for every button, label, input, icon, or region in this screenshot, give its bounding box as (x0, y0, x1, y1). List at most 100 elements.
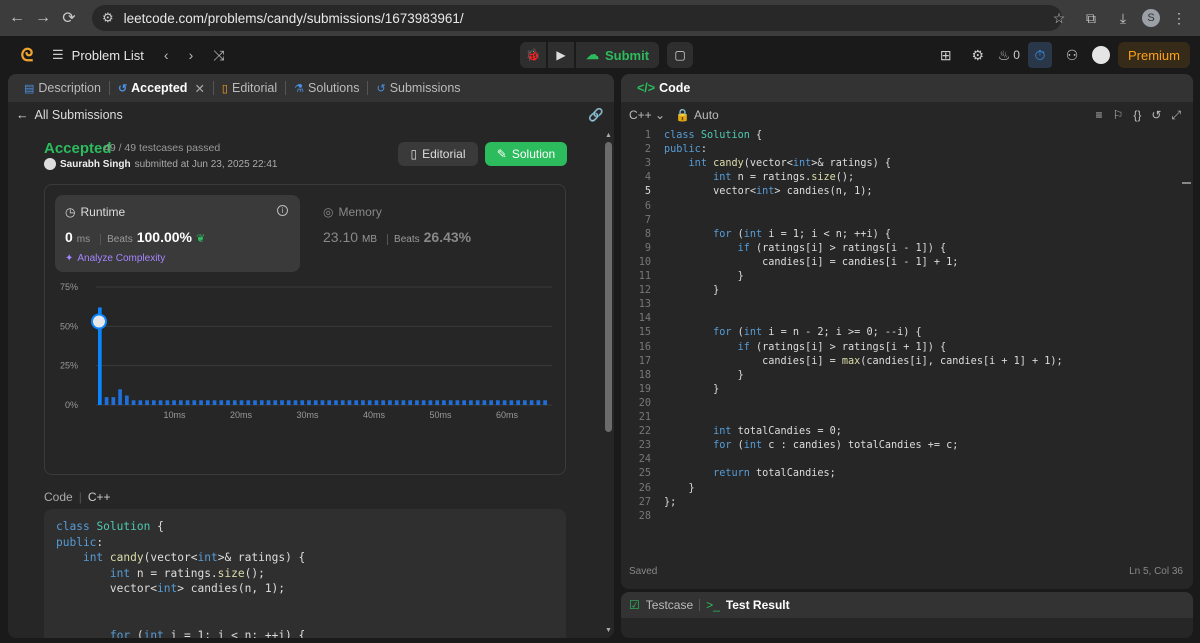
chart-bar[interactable] (421, 400, 426, 405)
chart-bar[interactable] (293, 400, 298, 405)
code-line[interactable]: int totalCandies = 0; (664, 426, 842, 437)
chart-bar[interactable] (334, 400, 338, 405)
chart-bar[interactable] (469, 400, 473, 405)
code-line[interactable]: } (664, 285, 719, 296)
format-icon[interactable]: ≡ (1096, 108, 1103, 123)
chart-bar[interactable] (192, 400, 197, 405)
code-line[interactable]: for (int i = n - 2; i >= 0; --i) { (664, 327, 922, 338)
code-line[interactable]: candies[i] = candies[i - 1] + 1; (664, 257, 958, 268)
address-bar[interactable]: ⚙ leetcode.com/problems/candy/submission… (92, 5, 1062, 31)
chart-bar[interactable] (266, 400, 271, 405)
download-icon[interactable]: ⤓ (1110, 5, 1136, 31)
fullscreen-icon[interactable]: ⤢ (1171, 108, 1181, 123)
code-line[interactable]: candies[i] = max(candies[i], candies[i +… (664, 356, 1063, 367)
next-problem-icon[interactable]: › (189, 47, 194, 63)
chart-bar[interactable] (286, 400, 291, 405)
code-line[interactable]: public: (664, 144, 707, 155)
chart-bar[interactable] (367, 400, 372, 405)
user-avatar[interactable] (1091, 46, 1110, 64)
tab-code[interactable]: </> Code (629, 74, 698, 102)
code-line[interactable]: class Solution { (664, 130, 762, 141)
submit-button[interactable]: ☁ Submit (576, 42, 660, 68)
chart-bar[interactable] (442, 400, 446, 405)
settings-gear-icon[interactable]: ⚙ (966, 42, 990, 68)
shuffle-icon[interactable]: ⤨ (213, 47, 224, 64)
editorial-button[interactable]: ▯ Editorial (398, 142, 478, 166)
chart-bar[interactable] (239, 400, 244, 405)
chart-bar[interactable] (226, 400, 230, 405)
chart-bar[interactable] (388, 400, 392, 405)
tab-description[interactable]: ▤ Description (16, 74, 109, 102)
chart-bar[interactable] (462, 400, 467, 405)
code-line[interactable]: for (int c : candies) totalCandies += c; (664, 440, 958, 451)
code-editor[interactable]: 1 class Solution {2 public: 3 int candy(vec… (621, 130, 1193, 560)
chart-bar[interactable] (307, 400, 311, 405)
code-line[interactable]: } (664, 271, 744, 282)
code-line[interactable]: if (ratings[i] > ratings[i + 1]) { (664, 342, 947, 353)
code-line[interactable]: int n = ratings.size(); (664, 172, 854, 183)
streak-fire-icon[interactable]: ♨ 0 (998, 42, 1020, 68)
kebab-menu-icon[interactable]: ⋮ (1166, 5, 1192, 31)
code-line[interactable]: vector<int> candies(n, 1); (664, 186, 873, 197)
close-tab-icon[interactable]: ✕ (194, 81, 204, 96)
language-select[interactable]: C++ ⌄ (629, 108, 665, 122)
bookmark-icon[interactable]: ⚐ (1113, 108, 1124, 123)
add-user-icon[interactable]: ⚇ (1060, 42, 1084, 68)
forward-arrow-icon[interactable]: → (30, 5, 56, 31)
profile-avatar[interactable]: S (1142, 9, 1160, 27)
chart-bar[interactable] (165, 400, 170, 405)
chart-bar[interactable] (320, 400, 325, 405)
chart-bar[interactable] (509, 400, 514, 405)
run-button[interactable]: ▶ (548, 42, 574, 68)
chart-bar[interactable] (111, 397, 116, 405)
prev-problem-icon[interactable]: ‹ (164, 47, 169, 63)
scrollbar-thumb[interactable] (605, 142, 612, 432)
chart-bar[interactable] (327, 400, 332, 405)
tab-solutions[interactable]: ⚗ Solutions (286, 74, 367, 102)
chart-bar[interactable] (415, 400, 419, 405)
chart-bar[interactable] (219, 400, 224, 405)
layout-icon[interactable]: ⊞ (934, 42, 958, 68)
chart-bar[interactable] (232, 400, 237, 405)
chart-bar[interactable] (199, 400, 203, 405)
analyze-complexity-link[interactable]: ✦ Analyze Complexity (65, 253, 165, 264)
info-icon[interactable]: i (277, 205, 288, 216)
reset-icon[interactable]: ↺ (1151, 108, 1161, 123)
chart-bar[interactable] (502, 400, 507, 405)
chart-bar[interactable] (145, 400, 149, 405)
chart-bar[interactable] (313, 400, 318, 405)
all-submissions-link[interactable]: ← All Submissions 🔗 (8, 102, 614, 128)
chart-bar[interactable] (394, 400, 399, 405)
chart-bar[interactable] (435, 400, 440, 405)
chart-bar[interactable] (361, 400, 365, 405)
chart-bar[interactable] (172, 400, 176, 405)
tab-submissions[interactable]: ↺ Submissions (368, 74, 468, 102)
extensions-icon[interactable]: ⧉ (1078, 5, 1104, 31)
chart-bar[interactable] (151, 400, 156, 405)
chart-bar[interactable] (516, 400, 520, 405)
chart-bar[interactable] (523, 400, 527, 405)
code-line[interactable]: } (664, 483, 695, 494)
chart-bar[interactable] (205, 400, 210, 405)
notes-button[interactable]: ▢ (667, 42, 694, 68)
scroll-down-icon[interactable]: ▼ (605, 627, 612, 634)
tab-editorial[interactable]: ▯ Editorial (214, 74, 285, 102)
reload-icon[interactable]: ⟳ (56, 5, 82, 31)
chart-bar[interactable] (489, 400, 493, 405)
memory-card[interactable]: ◎ Memory 23.10 MB Beats 26.43% (313, 195, 513, 272)
scroll-up-icon[interactable]: ▲ (605, 132, 612, 139)
chart-bar[interactable] (185, 400, 190, 405)
chart-bar[interactable] (259, 400, 264, 405)
tab-accepted[interactable]: ↺ Accepted ✕ (110, 74, 213, 102)
tab-testcase[interactable]: Testcase (646, 598, 693, 612)
code-line[interactable]: return totalCandies; (664, 468, 836, 479)
chart-bar[interactable] (482, 400, 487, 405)
chart-bar[interactable] (374, 400, 379, 405)
chart-bar[interactable] (280, 400, 284, 405)
code-line[interactable]: int candy(vector<int>& ratings) { (664, 158, 891, 169)
timer-icon[interactable]: ⏱ (1027, 42, 1052, 68)
code-line[interactable]: for (int i = 1; i < n; ++i) { (664, 229, 891, 240)
submitter-name[interactable]: Saurabh Singh (60, 159, 131, 170)
runtime-card[interactable]: ◷ Runtime i 0 ms Beats 100.00% ❦ ✦ Analyze… (55, 195, 300, 272)
chart-bar[interactable] (273, 400, 278, 405)
